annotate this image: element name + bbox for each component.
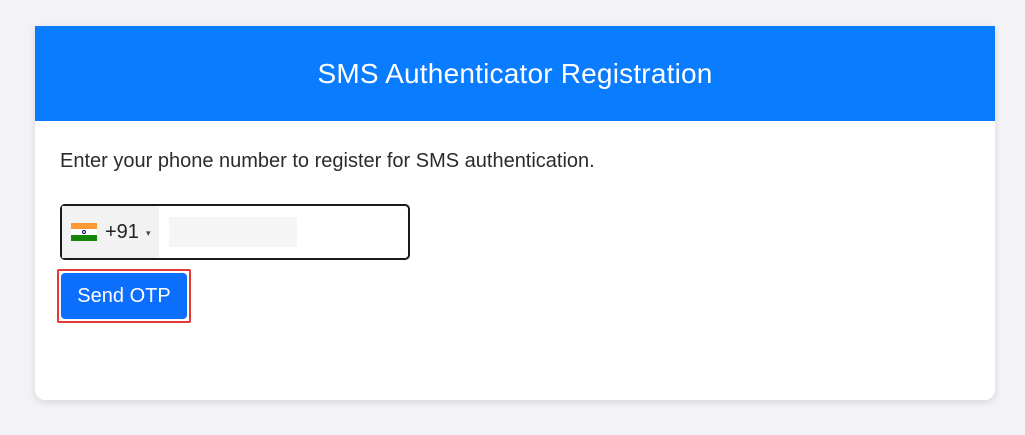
send-otp-button[interactable]: Send OTP: [61, 273, 187, 319]
dial-code: +91: [105, 220, 139, 243]
send-otp-highlight: Send OTP: [57, 269, 191, 323]
phone-number-field: +91 ▾: [60, 204, 410, 260]
instruction-text: Enter your phone number to register for …: [60, 150, 595, 172]
registration-card: SMS Authenticator Registration Enter you…: [35, 26, 995, 400]
phone-input[interactable]: [169, 217, 297, 247]
card-header: SMS Authenticator Registration: [35, 26, 995, 121]
page-title: SMS Authenticator Registration: [317, 57, 713, 89]
chevron-down-icon: ▾: [145, 227, 151, 238]
country-code-dropdown[interactable]: +91 ▾: [62, 206, 159, 258]
india-flag-icon: [71, 223, 97, 241]
